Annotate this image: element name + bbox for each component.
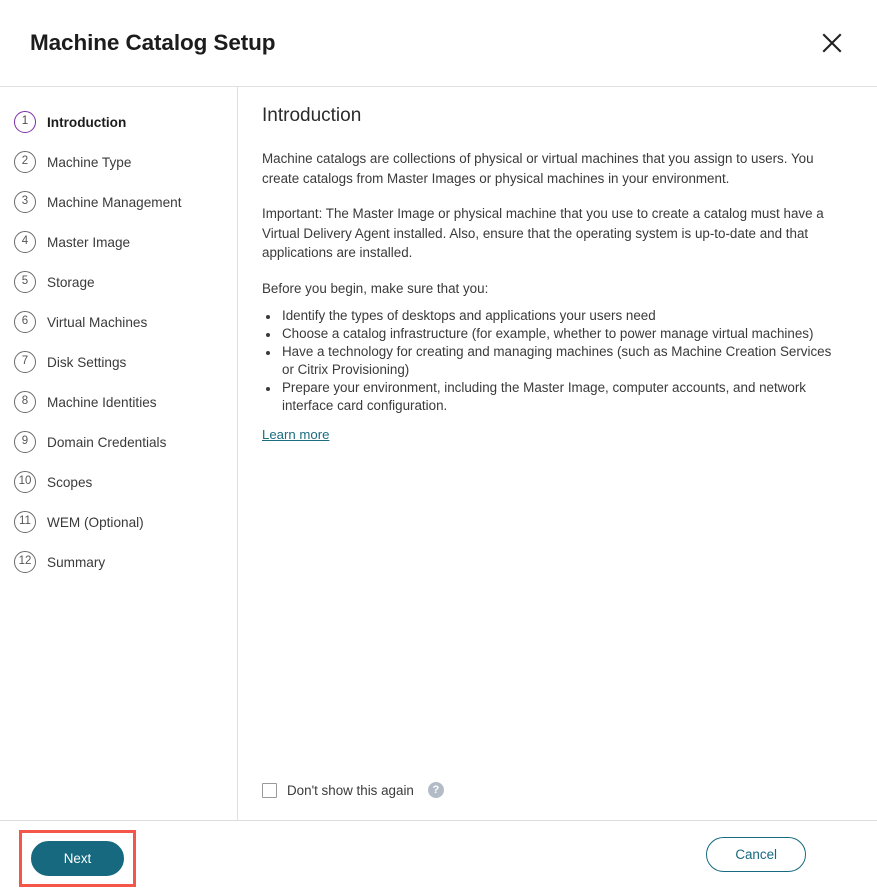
list-item: Prepare your environment, including the …	[280, 379, 842, 415]
step-number-badge: 2	[14, 151, 36, 173]
dialog-body: 1 Introduction 2 Machine Type 3 Machine Manag…	[0, 87, 877, 820]
next-button-highlight: Next	[19, 830, 136, 887]
step-label: Summary	[47, 554, 106, 570]
step-number-badge: 7	[14, 351, 36, 373]
step-number-badge: 11	[14, 511, 36, 533]
prerequisites-intro: Before you begin, make sure that you:	[262, 280, 489, 296]
steps-sidebar: 1 Introduction 2 Machine Type 3 Machine Manag…	[0, 87, 238, 820]
sidebar-step-wem-optional[interactable]: 11 WEM (Optional)	[0, 502, 237, 542]
step-number-badge: 12	[14, 551, 36, 573]
step-number-badge: 4	[14, 231, 36, 253]
step-number-badge: 9	[14, 431, 36, 453]
intro-paragraph-1: Machine catalogs are collections of phys…	[262, 151, 814, 186]
step-label: Domain Credentials	[47, 434, 167, 450]
list-item: Have a technology for creating and manag…	[280, 343, 842, 379]
sidebar-step-storage[interactable]: 5 Storage	[0, 262, 237, 302]
dont-show-again-checkbox[interactable]	[262, 782, 277, 798]
step-number-badge: 10	[14, 471, 36, 493]
dont-show-again-row: Don't show this again ?	[262, 782, 444, 798]
sidebar-step-machine-identities[interactable]: 8 Machine Identities	[0, 382, 237, 422]
content-pane: Introduction Machine catalogs are collec…	[238, 87, 877, 820]
prerequisites-list: Identify the types of desktops and appli…	[262, 307, 842, 415]
step-label: WEM (Optional)	[47, 514, 144, 530]
dialog-footer: Next Cancel	[0, 820, 877, 888]
step-label: Master Image	[47, 234, 131, 250]
intro-paragraph-2: Important: The Master Image or physical …	[262, 206, 824, 260]
step-label: Virtual Machines	[47, 314, 148, 330]
sidebar-step-machine-type[interactable]: 2 Machine Type	[0, 142, 237, 182]
step-number-badge: 1	[14, 111, 36, 133]
learn-more-link[interactable]: Learn more	[262, 427, 329, 442]
sidebar-step-domain-credentials[interactable]: 9 Domain Credentials	[0, 422, 237, 462]
step-label: Storage	[47, 274, 95, 290]
close-button[interactable]	[815, 26, 849, 60]
sidebar-step-machine-management[interactable]: 3 Machine Management	[0, 182, 237, 222]
step-number-badge: 5	[14, 271, 36, 293]
content-title: Introduction	[262, 105, 362, 126]
step-label: Introduction	[47, 114, 127, 130]
dont-show-again-label[interactable]: Don't show this again	[287, 783, 414, 798]
list-item: Identify the types of desktops and appli…	[280, 307, 842, 325]
step-label: Machine Type	[47, 154, 132, 170]
help-icon[interactable]: ?	[427, 782, 444, 798]
dialog-header: Machine Catalog Setup	[0, 0, 877, 87]
sidebar-step-scopes[interactable]: 10 Scopes	[0, 462, 237, 502]
step-number-badge: 3	[14, 191, 36, 213]
sidebar-step-summary[interactable]: 12 Summary	[0, 542, 237, 582]
step-label: Machine Identities	[47, 394, 157, 410]
step-label: Disk Settings	[47, 354, 127, 370]
sidebar-step-master-image[interactable]: 4 Master Image	[0, 222, 237, 262]
close-icon	[821, 32, 843, 54]
list-item: Choose a catalog infrastructure (for exa…	[280, 325, 842, 343]
sidebar-step-disk-settings[interactable]: 7 Disk Settings	[0, 342, 237, 382]
sidebar-step-introduction[interactable]: 1 Introduction	[0, 102, 237, 142]
step-label: Scopes	[47, 474, 93, 490]
page-title: Machine Catalog Setup	[30, 30, 276, 55]
sidebar-step-virtual-machines[interactable]: 6 Virtual Machines	[0, 302, 237, 342]
cancel-button[interactable]: Cancel	[706, 837, 806, 872]
step-label: Machine Management	[47, 194, 182, 210]
step-number-badge: 6	[14, 311, 36, 333]
next-button[interactable]: Next	[31, 841, 124, 876]
step-number-badge: 8	[14, 391, 36, 413]
